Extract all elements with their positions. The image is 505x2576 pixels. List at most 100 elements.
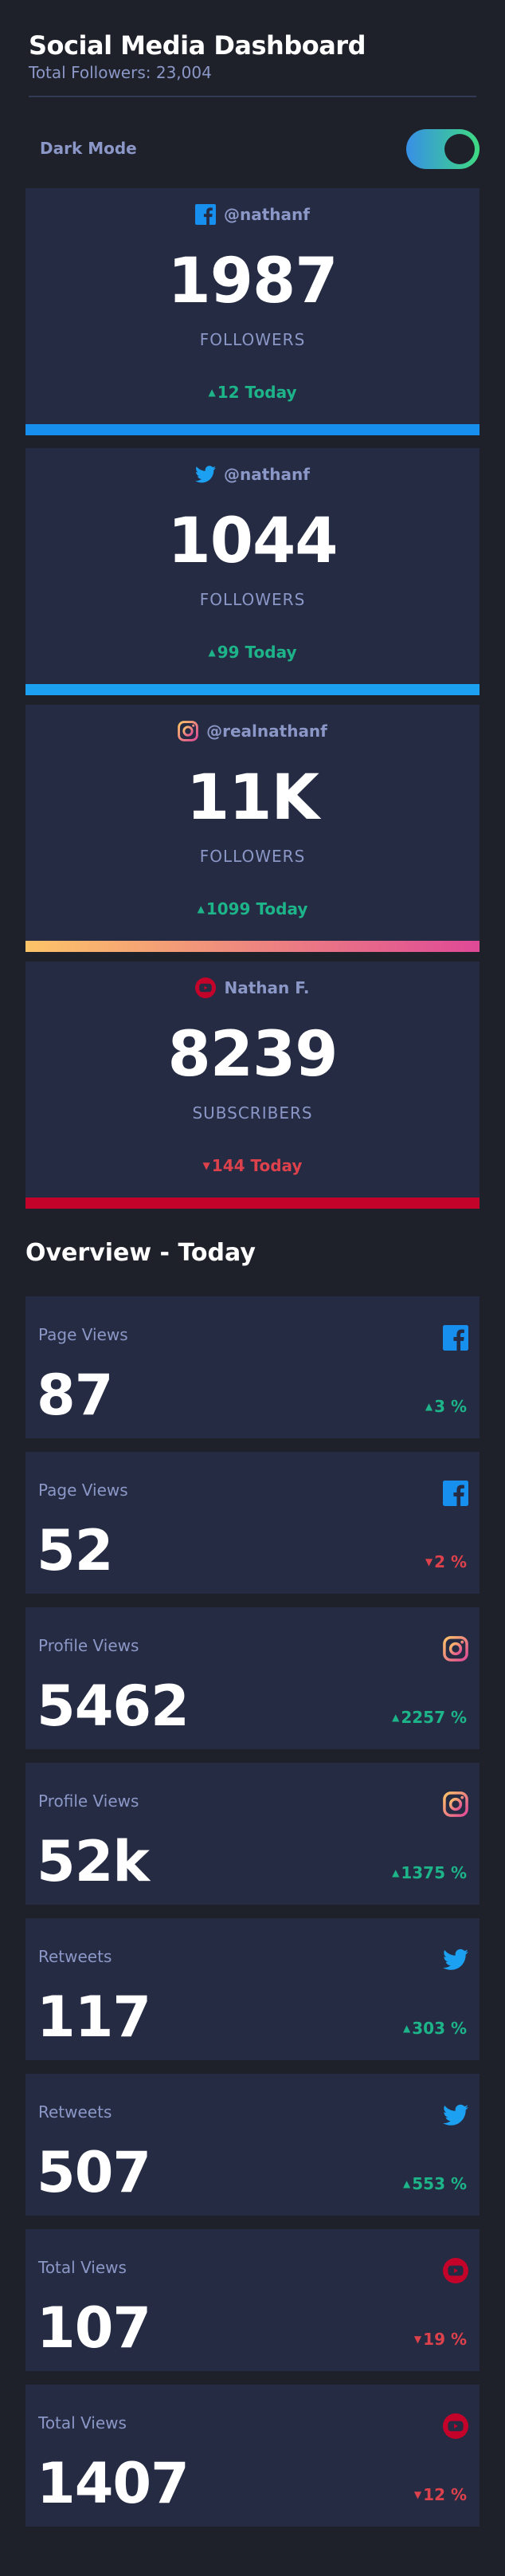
facebook-icon: [443, 1481, 468, 1506]
handle-text: Nathan F.: [224, 978, 310, 997]
card-accent-bar: [25, 941, 480, 952]
facebook-icon: [195, 204, 217, 225]
card-accent-bar: [25, 424, 480, 435]
toggle-knob: [444, 134, 475, 164]
twitter-icon: [443, 1947, 468, 1972]
daily-change-text: 12 Today: [217, 383, 297, 402]
arrow-up-icon: ▲: [197, 903, 205, 914]
arrow-up-icon: ▲: [392, 1867, 400, 1878]
follower-card-facebook[interactable]: @nathanf 1987 FOLLOWERS ▲ 12 Today: [25, 188, 480, 435]
daily-change: ▲ 1099 Today: [25, 899, 480, 918]
metric-value: 52k: [37, 1829, 150, 1894]
arrow-down-icon: ▼: [425, 1556, 433, 1567]
header-divider: [29, 96, 476, 97]
metric-change: ▲ 1375 %: [392, 1863, 467, 1882]
instagram-icon: [443, 1791, 468, 1817]
overview-title: Overview - Today: [25, 1239, 256, 1267]
metric-change: ▲ 553 %: [403, 2174, 467, 2193]
follower-unit: SUBSCRIBERS: [192, 1103, 313, 1123]
metric-value: 87: [37, 1363, 113, 1428]
arrow-down-icon: ▼: [413, 2334, 422, 2345]
arrow-down-icon: ▼: [202, 1160, 210, 1171]
metric-change-text: 2 %: [434, 1552, 467, 1571]
handle-text: @realnathanf: [206, 722, 327, 741]
arrow-up-icon: ▲: [403, 2178, 411, 2189]
daily-change: ▼ 144 Today: [25, 1156, 480, 1175]
instagram-icon: [443, 1636, 468, 1662]
twitter-icon: [443, 2102, 468, 2128]
youtube-icon: [443, 2258, 468, 2283]
overview-card[interactable]: Page Views 52 ▼ 2 %: [25, 1452, 480, 1594]
account-handle: Nathan F.: [25, 977, 480, 998]
dark-mode-row: Dark Mode: [40, 129, 480, 169]
metric-label: Total Views: [38, 2258, 127, 2277]
metric-label: Profile Views: [38, 1636, 139, 1655]
metric-change: ▼ 19 %: [414, 2330, 467, 2349]
youtube-icon: [195, 977, 217, 998]
metric-value: 107: [37, 2295, 151, 2361]
metric-change: ▼ 12 %: [414, 2485, 467, 2504]
metric-change: ▲ 2257 %: [392, 1708, 467, 1727]
follower-unit: FOLLOWERS: [199, 330, 306, 349]
page-title: Social Media Dashboard: [29, 30, 366, 61]
card-accent-bar: [25, 684, 480, 695]
follower-count: 8239: [167, 1019, 338, 1091]
youtube-icon: [443, 2413, 468, 2439]
arrow-down-icon: ▼: [413, 2489, 422, 2500]
metric-change: ▲ 303 %: [403, 2019, 467, 2038]
metric-label: Total Views: [38, 2413, 127, 2432]
account-handle: @nathanf: [25, 464, 480, 485]
metric-change-text: 12 %: [423, 2485, 467, 2504]
follower-card-youtube[interactable]: Nathan F. 8239 SUBSCRIBERS ▼ 144 Today: [25, 962, 480, 1209]
metric-value: 52: [37, 1518, 113, 1583]
arrow-up-icon: ▲: [208, 387, 216, 398]
daily-change-text: 99 Today: [217, 643, 297, 662]
metric-change-text: 3 %: [434, 1397, 467, 1416]
dark-mode-toggle[interactable]: [406, 129, 480, 169]
overview-card[interactable]: Profile Views 52k ▲ 1375 %: [25, 1763, 480, 1905]
dashboard-header: Social Media Dashboard Total Followers: …: [29, 27, 476, 81]
metric-value: 1407: [37, 2451, 190, 2516]
handle-text: @nathanf: [224, 465, 310, 484]
handle-text: @nathanf: [224, 205, 310, 224]
overview-card[interactable]: Page Views 87 ▲ 3 %: [25, 1296, 480, 1438]
daily-change: ▲ 99 Today: [25, 643, 480, 662]
total-followers: Total Followers: 23,004: [29, 63, 212, 82]
daily-change: ▲ 12 Today: [25, 383, 480, 402]
metric-label: Retweets: [38, 2102, 112, 2122]
metric-label: Profile Views: [38, 1791, 139, 1811]
metric-value: 5462: [37, 1673, 190, 1739]
daily-change-text: 144 Today: [211, 1156, 303, 1175]
overview-card[interactable]: Retweets 117 ▲ 303 %: [25, 1918, 480, 2060]
metric-change-text: 2257 %: [401, 1708, 467, 1727]
metric-value: 507: [37, 2140, 151, 2205]
metric-change-text: 303 %: [412, 2019, 467, 2038]
instagram-icon: [178, 721, 198, 741]
follower-card-instagram[interactable]: @realnathanf 11K FOLLOWERS ▲ 1099 Today: [25, 705, 480, 952]
overview-card[interactable]: Retweets 507 ▲ 553 %: [25, 2074, 480, 2216]
follower-card-twitter[interactable]: @nathanf 1044 FOLLOWERS ▲ 99 Today: [25, 448, 480, 695]
metric-change-text: 19 %: [423, 2330, 467, 2349]
follower-count: 1987: [167, 246, 338, 317]
metric-value: 117: [37, 1984, 151, 2050]
facebook-icon: [443, 1325, 468, 1351]
metric-label: Page Views: [38, 1481, 128, 1500]
account-handle: @realnathanf: [25, 721, 480, 741]
overview-card[interactable]: Profile Views 5462 ▲ 2257 %: [25, 1607, 480, 1749]
arrow-up-icon: ▲: [403, 2023, 411, 2034]
arrow-up-icon: ▲: [208, 647, 216, 658]
follower-unit: FOLLOWERS: [199, 847, 306, 866]
follower-unit: FOLLOWERS: [199, 590, 306, 609]
account-handle: @nathanf: [25, 204, 480, 225]
dark-mode-label: Dark Mode: [40, 139, 137, 158]
daily-change-text: 1099 Today: [206, 899, 308, 918]
metric-label: Retweets: [38, 1947, 112, 1966]
overview-card[interactable]: Total Views 1407 ▼ 12 %: [25, 2385, 480, 2527]
metric-change-text: 1375 %: [401, 1863, 467, 1882]
metric-change: ▼ 2 %: [425, 1552, 467, 1571]
overview-card[interactable]: Total Views 107 ▼ 19 %: [25, 2229, 480, 2371]
arrow-up-icon: ▲: [425, 1401, 433, 1412]
follower-count: 11K: [186, 762, 319, 834]
arrow-up-icon: ▲: [392, 1712, 400, 1723]
metric-change: ▲ 3 %: [425, 1397, 467, 1416]
